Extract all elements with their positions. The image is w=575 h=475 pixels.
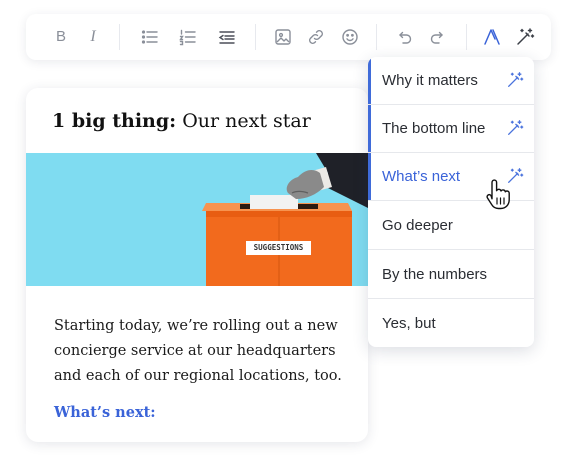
image-icon[interactable] [273,27,293,47]
menu-item-label: By the numbers [382,265,488,283]
menu-item-accent [368,105,371,152]
headline[interactable]: 1 big thing: Our next star [52,110,362,132]
undo-icon[interactable] [394,27,414,47]
menu-item-by-the-numbers[interactable]: By the numbers [368,250,534,299]
story-body[interactable]: Starting today, we’re rolling out a new … [54,314,354,389]
italic-glyph: I [90,28,96,45]
hero-image: SUGGESTIONS [26,153,368,286]
whats-next-heading[interactable]: What’s next: [54,404,156,421]
italic-icon[interactable]: I [83,27,103,47]
toolbar-divider [466,24,467,50]
magic-wand-icon[interactable] [506,71,524,89]
toolbar-divider [376,24,377,50]
menu-item-label: Why it matters [382,72,478,89]
editor-toolbar: B I [26,14,551,60]
bullet-list-icon[interactable] [140,27,160,47]
menu-item-accent [368,153,371,200]
menu-item-yes-but[interactable]: Yes, but [368,299,534,347]
story-card: 1 big thing: Our next star SUGGESTIONS S… [26,88,368,442]
menu-item-the-bottom-line[interactable]: The bottom line [368,105,534,153]
menu-item-label: Yes, but [382,314,436,332]
link-icon[interactable] [306,27,326,47]
numbered-list-icon[interactable] [178,27,198,47]
magic-wand-icon[interactable] [515,27,535,47]
menu-item-label: Go deeper [382,216,453,234]
bold-icon[interactable]: B [51,27,71,47]
toolbar-divider [255,24,256,50]
hero-sign-text: SUGGESTIONS [253,243,304,252]
redo-icon[interactable] [428,27,448,47]
headline-rest: Our next star [182,110,311,132]
toolbar-divider [119,24,120,50]
brand-logo-icon[interactable] [482,27,502,47]
magic-wand-icon[interactable] [506,119,524,137]
menu-item-label: What’s next [382,168,461,185]
menu-item-accent [368,57,371,104]
hand-pointer-cursor-icon [484,179,512,211]
outdent-icon[interactable] [217,27,237,47]
headline-bold: 1 big thing: [52,110,177,132]
menu-item-why-it-matters[interactable]: Why it matters [368,57,534,105]
menu-item-label: The bottom line [382,120,486,137]
bold-glyph: B [55,28,66,45]
emoji-icon[interactable] [340,27,360,47]
